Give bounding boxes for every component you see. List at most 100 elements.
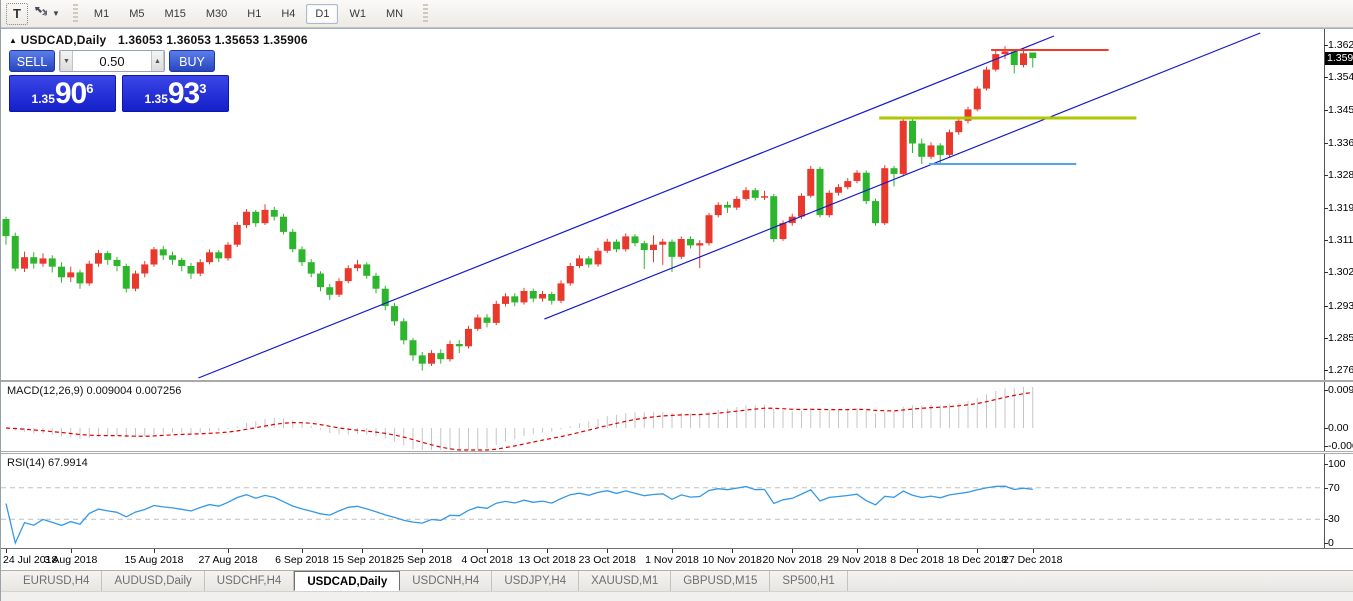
macd-label: MACD(12,26,9) 0.009004 0.007256 bbox=[7, 385, 181, 397]
candle bbox=[289, 228, 297, 253]
chart-tab-gbpusd[interactable]: GBPUSD,M15 bbox=[671, 571, 771, 591]
candle bbox=[455, 340, 463, 354]
timeframe-button-m15[interactable]: M15 bbox=[155, 4, 194, 24]
candle bbox=[446, 340, 454, 362]
chart-symbol-period: USDCAD,Daily bbox=[20, 33, 107, 47]
status-strip bbox=[1, 591, 1353, 601]
text-tool-button[interactable]: T bbox=[6, 2, 28, 25]
buy-price-box[interactable]: 1.35 93 3 bbox=[122, 75, 229, 112]
price-axis-label: 1.31950 bbox=[1328, 201, 1353, 214]
candle bbox=[890, 165, 898, 187]
macd-axis-tick bbox=[1324, 446, 1328, 447]
candle bbox=[751, 187, 759, 201]
timeframe-button-mn[interactable]: MN bbox=[377, 4, 412, 24]
time-axis-label: 25 Sep 2018 bbox=[392, 554, 453, 566]
time-axis-label: 10 Nov 2018 bbox=[702, 554, 762, 566]
chart-tab-usdcad[interactable]: USDCAD,Daily bbox=[294, 571, 401, 591]
chart-tab-xauusd[interactable]: XAUUSD,M1 bbox=[579, 571, 672, 591]
price-axis-tick bbox=[1324, 174, 1328, 176]
candle bbox=[58, 262, 65, 283]
rsi-axis-tick bbox=[1324, 487, 1328, 489]
time-axis-label: 1 Nov 2018 bbox=[645, 554, 699, 566]
time-axis-label: 27 Dec 2018 bbox=[1002, 554, 1063, 566]
timeframe-button-m1[interactable]: M1 bbox=[85, 4, 118, 24]
rsi-surface[interactable] bbox=[1, 454, 1324, 548]
mt4-window: T ▼ M1 M5 M15 M30 H1 H4 D1 W1 MN ▲ USDCAD,Daily … bbox=[0, 0, 1353, 601]
candle bbox=[400, 318, 408, 345]
candle bbox=[409, 338, 417, 361]
channel-trendline-2[interactable] bbox=[544, 32, 1261, 320]
candle bbox=[48, 255, 56, 273]
sell-price-box[interactable]: 1.35 90 6 bbox=[9, 75, 116, 112]
candle bbox=[280, 213, 287, 235]
timeframe-button-w1[interactable]: W1 bbox=[340, 4, 375, 24]
buy-button[interactable]: BUY bbox=[169, 50, 215, 72]
candle bbox=[85, 260, 93, 286]
chart-tab-usdchf[interactable]: USDCHF,H4 bbox=[205, 571, 295, 591]
channel-trendline-1[interactable] bbox=[198, 35, 1055, 379]
ohlc-close: 1.35906 bbox=[262, 33, 308, 47]
candle bbox=[899, 117, 907, 177]
candle bbox=[853, 170, 861, 184]
macd-axis-label: -0.006182 bbox=[1328, 440, 1353, 452]
time-axis-label: 27 Aug 2018 bbox=[198, 554, 258, 566]
time-axis[interactable]: 24 Jul 2018 3 Aug 2018 15 Aug 2018 27 Aug 2… bbox=[1, 549, 1353, 570]
main-chart-panel: ▲ USDCAD,Daily 1.36053 1.36053 1.35653 1… bbox=[1, 28, 1353, 382]
price-axis-tick bbox=[1324, 142, 1328, 144]
price-axis-tick bbox=[1324, 77, 1328, 79]
price-axis-label: 1.28525 bbox=[1328, 331, 1353, 344]
macd-signal-line bbox=[5, 391, 1033, 451]
candle bbox=[881, 165, 889, 225]
timeframe-button-h1[interactable]: H1 bbox=[238, 4, 270, 24]
candle bbox=[187, 262, 195, 279]
one-click-trade-panel: SELL ▼ ▲ BUY 1.35906 1.35933 bbox=[9, 50, 229, 112]
candle bbox=[1029, 52, 1037, 68]
candle bbox=[104, 250, 112, 265]
volume-decrease-button[interactable]: ▼ bbox=[60, 51, 73, 71]
candle bbox=[613, 239, 620, 253]
rsi-name: RSI(14) bbox=[7, 457, 45, 469]
candle bbox=[918, 138, 926, 164]
volume-increase-button[interactable]: ▲ bbox=[151, 51, 164, 71]
time-axis-label: 20 Nov 2018 bbox=[762, 554, 823, 566]
sell-price-big: 90 bbox=[54, 77, 87, 110]
rsi-value: 67.9914 bbox=[47, 457, 88, 469]
rsi-axis-separator bbox=[1324, 454, 1325, 548]
candle bbox=[2, 216, 10, 245]
chart-tab-sp500[interactable]: SP500,H1 bbox=[770, 571, 848, 591]
time-axis-tick bbox=[302, 549, 303, 553]
timeframe-button-m30[interactable]: M30 bbox=[197, 4, 236, 24]
time-axis-tick bbox=[917, 549, 919, 553]
candle bbox=[714, 202, 722, 218]
candle bbox=[576, 255, 583, 269]
candle bbox=[687, 236, 694, 249]
chart-tab-audusd[interactable]: AUDUSD,Daily bbox=[102, 571, 205, 591]
timeframe-button-d1[interactable]: D1 bbox=[306, 3, 339, 24]
candle bbox=[150, 247, 158, 267]
price-axis-label: 1.33675 bbox=[1328, 136, 1353, 149]
candle bbox=[418, 352, 426, 371]
price-axis-label: 1.27675 bbox=[1328, 363, 1353, 376]
timeframe-button-h4[interactable]: H4 bbox=[272, 4, 304, 24]
chart-tab-usdjpy[interactable]: USDJPY,H4 bbox=[492, 571, 580, 591]
ohlc-open: 1.36053 bbox=[117, 33, 163, 47]
candle bbox=[428, 350, 435, 366]
macd-axis-separator bbox=[1324, 382, 1325, 451]
volume-stepper: ▼ ▲ bbox=[59, 50, 165, 72]
volume-input[interactable] bbox=[73, 51, 151, 71]
time-axis-tick bbox=[70, 549, 72, 553]
chart-tab-bar: EURUSD,H4 AUDUSD,Daily USDCHF,H4 USDCAD,Dai… bbox=[1, 570, 1353, 591]
macd-surface[interactable] bbox=[1, 382, 1324, 451]
chart-tab-eurusd[interactable]: EURUSD,H4 bbox=[11, 571, 103, 591]
timeframe-button-m5[interactable]: M5 bbox=[120, 4, 153, 24]
candle bbox=[502, 293, 509, 307]
chart-tab-usdcnh[interactable]: USDCNH,H4 bbox=[400, 571, 493, 591]
candle bbox=[733, 196, 741, 210]
time-axis-tick bbox=[487, 549, 488, 553]
arrows-tool-button[interactable]: ▼ bbox=[32, 3, 61, 25]
candle bbox=[640, 240, 648, 269]
collapse-marker-icon[interactable]: ▲ bbox=[9, 36, 17, 45]
candle bbox=[862, 170, 870, 205]
price-axis-label: 1.32825 bbox=[1328, 168, 1353, 181]
sell-button[interactable]: SELL bbox=[9, 50, 55, 72]
